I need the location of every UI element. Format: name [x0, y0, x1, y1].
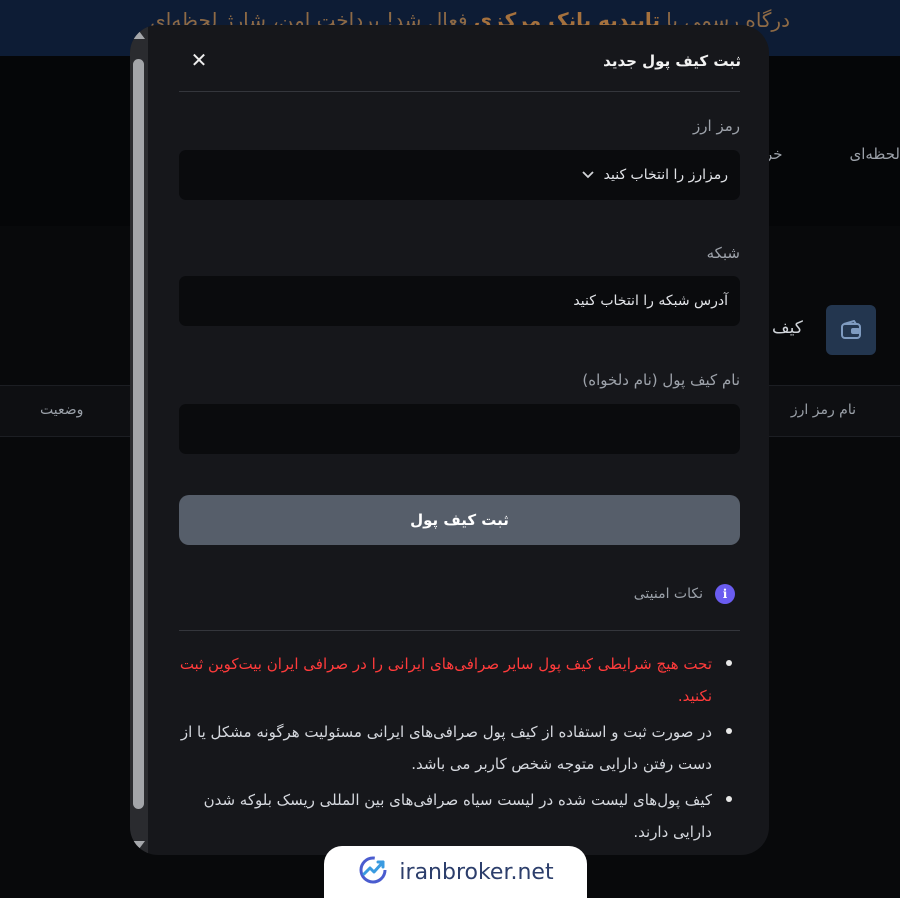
- scroll-up-arrow-icon[interactable]: [133, 31, 145, 39]
- security-note: در صورت ثبت و استفاده از کیف پول صرافی‌ه…: [179, 716, 740, 780]
- modal-title: ثبت کیف پول جدید: [603, 52, 741, 70]
- currency-label: رمز ارز: [693, 117, 740, 135]
- currency-select[interactable]: رمزارز را انتخاب کنید: [179, 150, 740, 200]
- security-divider: [179, 630, 740, 631]
- watermark-text: iranbroker.net: [399, 859, 554, 885]
- scroll-thumb[interactable]: [133, 59, 144, 809]
- modal-scrollbar[interactable]: [130, 25, 148, 855]
- column-header-currency: نام رمز ارز: [790, 402, 856, 418]
- security-tips-header: i نکات امنیتی: [634, 584, 735, 604]
- watermark: iranbroker.net: [324, 846, 587, 898]
- page-title: کیف: [772, 318, 803, 338]
- network-select-value: آدرس شبکه را انتخاب کنید: [573, 293, 728, 309]
- column-header-status: وضعیت: [40, 402, 84, 418]
- security-notes-list: تحت هیچ شرایطی کیف پول سایر صرافی‌های ای…: [179, 648, 740, 852]
- close-icon[interactable]: ✕: [188, 48, 210, 72]
- header-divider: [179, 91, 740, 92]
- network-label: شبکه: [706, 244, 740, 262]
- chevron-down-icon: [582, 171, 594, 179]
- register-wallet-button[interactable]: ثبت کیف پول: [179, 495, 740, 545]
- nav-item-instant[interactable]: لحظه‌ای: [849, 145, 900, 163]
- wallet-name-field[interactable]: [179, 404, 740, 454]
- security-note-warning: تحت هیچ شرایطی کیف پول سایر صرافی‌های ای…: [179, 648, 740, 712]
- security-tips-label: نکات امنیتی: [633, 586, 703, 602]
- info-icon: i: [715, 584, 735, 604]
- security-note: کیف پول‌های لیست شده در لیست سیاه صرافی‌…: [179, 784, 740, 848]
- wallet-icon: [826, 305, 876, 355]
- add-wallet-modal: ثبت کیف پول جدید ✕ رمز ارز رمزارز را انت…: [130, 25, 769, 855]
- wallet-name-label: نام کیف پول (نام دلخواه): [582, 371, 740, 389]
- wallet-name-input[interactable]: [179, 421, 728, 437]
- network-select[interactable]: آدرس شبکه را انتخاب کنید: [179, 276, 740, 326]
- scroll-down-arrow-icon[interactable]: [133, 841, 145, 849]
- iranbroker-logo-icon: [357, 854, 389, 890]
- currency-select-value: رمزارز را انتخاب کنید: [603, 167, 728, 183]
